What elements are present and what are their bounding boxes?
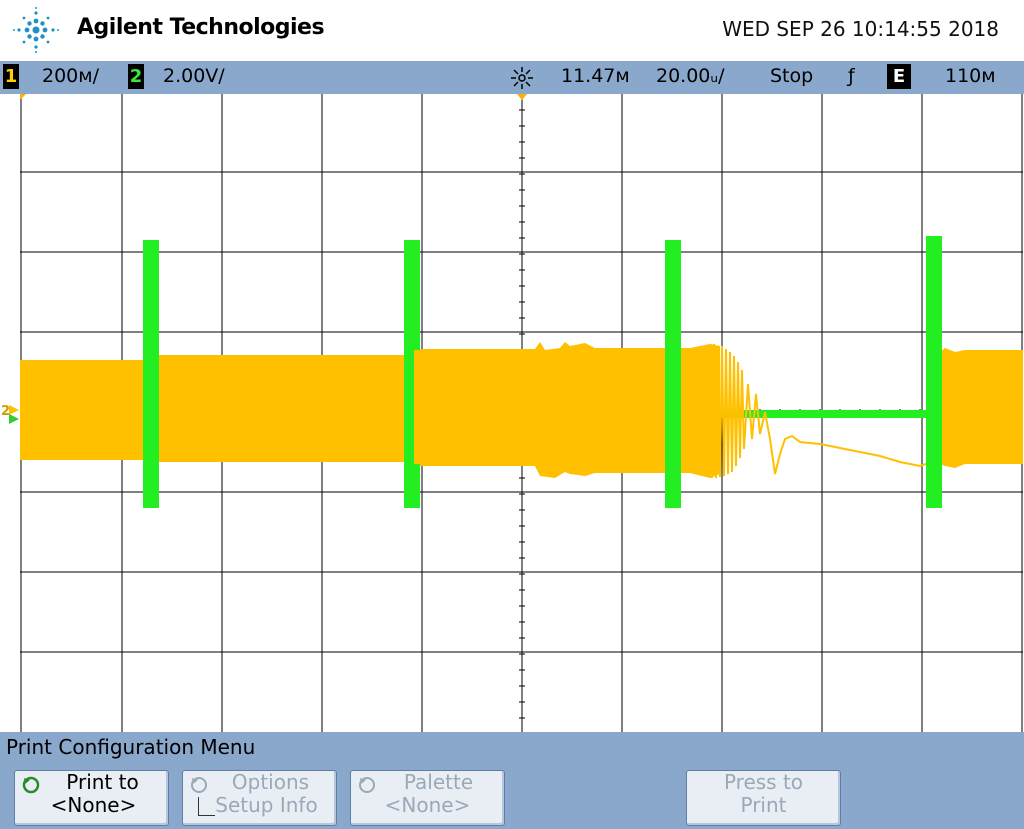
channel-2-indicator[interactable]: 2 [128,64,144,89]
print-to-value: <None> [50,793,137,817]
ch2-pulse-4 [926,236,942,508]
brand-name: Agilent Technologies [77,15,325,40]
options-button[interactable]: Options Setup Info [182,770,337,826]
agilent-spark-logo [13,7,59,53]
setup-info-checkbox[interactable] [198,797,215,816]
status-bar: 1 200ᴍ/ 2 2.00V/ 11.47ᴍ 20.00ᵤ/ Stop ƒ E… [0,61,1024,94]
header: Agilent Technologies WED SEP 26 10:14:55… [0,0,1024,61]
print-to-button[interactable]: Print to <None> [14,770,169,826]
timebase-value[interactable]: 20.00ᵤ/ [656,65,725,87]
palette-button[interactable]: Palette <None> [350,770,505,826]
rotate-knob-icon [191,777,207,793]
ch1-envelope [20,342,720,478]
channel-1-scale[interactable]: 200ᴍ/ [42,65,99,87]
date-time: WED SEP 26 10:14:55 2018 [722,17,999,41]
ch2-pulse-1-core [148,356,154,460]
waveform-display [20,94,1023,732]
print-label: Print [740,793,787,817]
delay-value[interactable]: 11.47ᴍ [561,65,630,87]
rotate-knob-icon [359,777,375,793]
ground-marker-column: 2 [0,94,20,732]
channel-1-indicator[interactable]: 1 [3,64,19,89]
ground-marker-arrow-icon [9,405,19,424]
palette-value: <None> [384,793,471,817]
trigger-slope-icon: ƒ [848,65,855,87]
rotate-knob-icon [22,776,40,794]
ch1-overlap-2 [414,350,420,464]
channel-marker-top-left [20,94,26,100]
channel-2-scale[interactable]: 2.00V/ [163,65,225,87]
ch2-pulse-3 [665,240,681,508]
delay-icon [511,67,533,89]
ch1-resume [935,348,1023,468]
trigger-level[interactable]: 110ᴍ [945,65,996,87]
trigger-marker-top [517,94,527,100]
softkey-menu: Print Configuration Menu Print to <None>… [0,732,1024,829]
trigger-source[interactable]: E [887,64,911,89]
menu-title: Print Configuration Menu [6,735,256,759]
press-to-print-button[interactable]: Press to Print [686,770,841,826]
run-state[interactable]: Stop [770,65,813,87]
press-to-label: Press to [723,770,804,794]
